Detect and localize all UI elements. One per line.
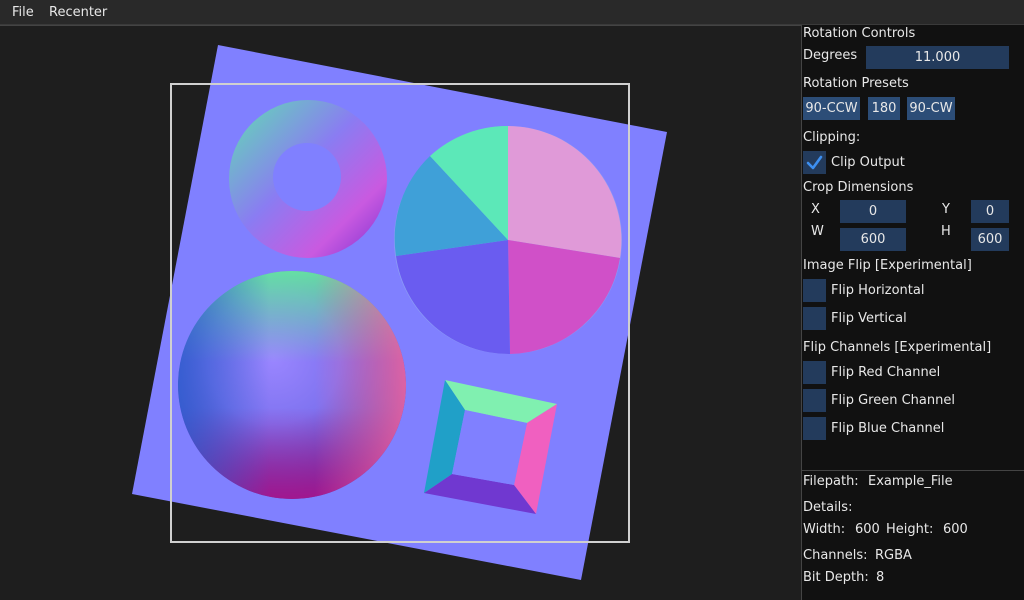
clip-output-checkbox[interactable] [803, 151, 826, 174]
bevel-square-shape [424, 380, 557, 514]
flip-red-checkbox[interactable] [803, 361, 826, 384]
normal-map-canvas [132, 45, 667, 580]
crop-w-label: W [811, 224, 824, 239]
height-value: 600 [943, 522, 968, 537]
menu-recenter[interactable]: Recenter [49, 5, 107, 20]
flip-horizontal-label: Flip Horizontal [831, 283, 925, 298]
filepath-label: Filepath: [803, 474, 859, 489]
flip-red-label: Flip Red Channel [831, 365, 941, 380]
rotation-controls-heading: Rotation Controls [803, 26, 916, 41]
degrees-label: Degrees [803, 48, 858, 63]
filepath-value: Example_File [868, 474, 953, 489]
crop-y-label: Y [942, 202, 950, 217]
crop-dimensions-heading: Crop Dimensions [803, 180, 914, 195]
crop-h-input[interactable]: 600 [971, 228, 1009, 251]
checkmark-icon [806, 155, 823, 170]
flip-vertical-label: Flip Vertical [831, 311, 907, 326]
cone-shape [394, 125, 622, 355]
sphere-shape [178, 271, 406, 499]
preset-180-button[interactable]: 180 [868, 97, 900, 120]
bitdepth-value: 8 [876, 570, 885, 585]
channels-value: RGBA [875, 548, 912, 563]
details-label: Details: [803, 500, 853, 515]
flip-horizontal-checkbox[interactable] [803, 279, 826, 302]
preset-90-cw-button[interactable]: 90-CW [907, 97, 955, 120]
menu-bar: File Recenter [0, 0, 1024, 25]
bitdepth-label: Bit Depth: [803, 570, 869, 585]
flip-channels-heading: Flip Channels [Experimental] [803, 340, 992, 355]
flip-blue-label: Flip Blue Channel [831, 421, 945, 436]
width-label: Width: [803, 522, 846, 537]
crop-x-label: X [811, 202, 820, 217]
clipping-heading: Clipping: [803, 130, 861, 145]
torus-shape [229, 100, 387, 258]
width-value: 600 [855, 522, 880, 537]
height-label: Height: [886, 522, 934, 537]
flip-green-checkbox[interactable] [803, 389, 826, 412]
clip-output-label: Clip Output [831, 155, 905, 170]
crop-h-label: H [941, 224, 951, 239]
crop-x-input[interactable]: 0 [840, 200, 906, 223]
panel-divider [802, 470, 1024, 471]
crop-w-input[interactable]: 600 [840, 228, 906, 251]
degrees-input[interactable]: 11.000 [866, 46, 1009, 69]
flip-vertical-checkbox[interactable] [803, 307, 826, 330]
rotation-presets-heading: Rotation Presets [803, 76, 909, 91]
flip-blue-checkbox[interactable] [803, 417, 826, 440]
image-viewport[interactable] [0, 25, 801, 600]
flip-green-label: Flip Green Channel [831, 393, 955, 408]
control-panel: Rotation Controls Degrees 11.000 Rotatio… [801, 25, 1024, 600]
preset-90-ccw-button[interactable]: 90-CCW [803, 97, 860, 120]
channels-label: Channels: [803, 548, 868, 563]
crop-y-input[interactable]: 0 [971, 200, 1009, 223]
menu-file[interactable]: File [12, 5, 34, 20]
image-flip-heading: Image Flip [Experimental] [803, 258, 972, 273]
